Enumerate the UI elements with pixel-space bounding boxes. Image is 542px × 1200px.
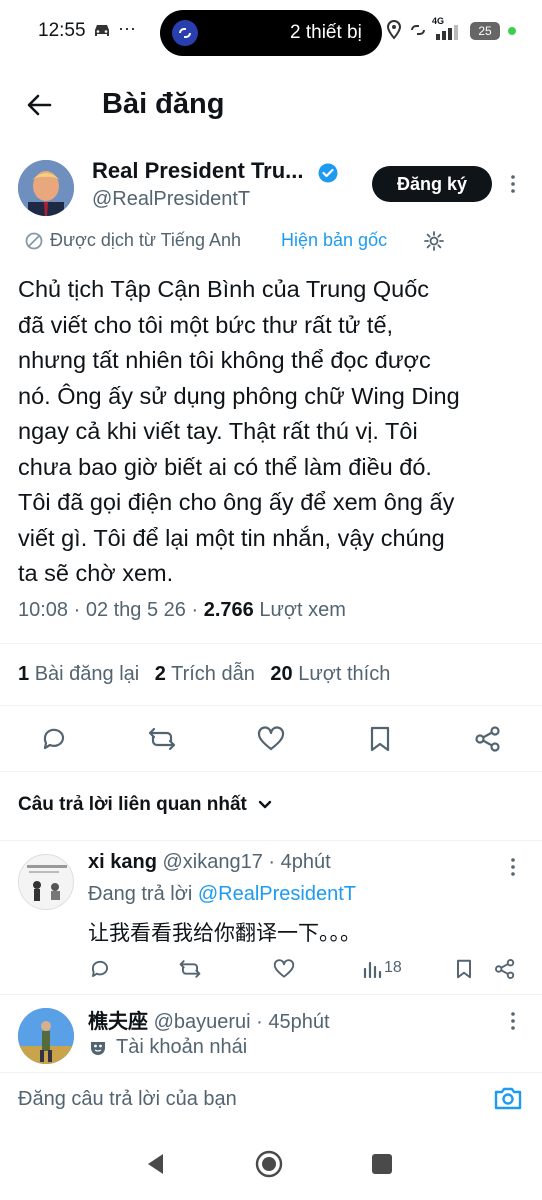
more-options-icon[interactable] (508, 857, 518, 882)
signal-icon (432, 24, 462, 45)
devices-label: 2 thiết bị (290, 22, 362, 43)
reply-author-handle[interactable]: @xikang17 (162, 851, 262, 873)
likes-stat[interactable]: 20 Lượt thích (270, 663, 390, 685)
quotes-stat[interactable]: 2 Trích dẫn (155, 663, 255, 685)
post-meta: 10:08 · 02 thg 5 26 · 2.766 Lượt xem (18, 599, 346, 622)
reply-avatar[interactable] (18, 854, 74, 910)
location-icon (386, 19, 402, 45)
nav-home-icon[interactable] (255, 1150, 283, 1183)
quotes-count: 2 (154, 663, 166, 685)
post-text-line: nhưng tất nhiên tôi không thể đọc được (18, 347, 431, 373)
repost-icon[interactable] (178, 958, 202, 985)
post-stats: 1 Bài đăng lại 2 Trích dẫn 20 Lượt thích (18, 663, 390, 686)
status-dots: ··· (118, 18, 136, 38)
more-options-icon[interactable] (508, 1011, 518, 1036)
translated-label: Được dịch từ Tiếng Anh (50, 230, 241, 250)
reply-author-handle[interactable]: @bayuerui (154, 1011, 251, 1033)
gear-icon[interactable] (423, 230, 445, 257)
reply-icon[interactable] (40, 725, 68, 758)
share-icon[interactable] (474, 725, 502, 758)
reply-time: · 4phút (268, 851, 331, 873)
status-time: 12:55 (38, 20, 86, 41)
device-pill[interactable]: 2 thiết bị (160, 10, 382, 56)
status-bar: 12:55 ··· 2 thiết bị 4G 25 (0, 0, 542, 66)
reply-header: 樵夫座 @bayuerui · 45phút (88, 1005, 330, 1034)
author-handle[interactable]: @RealPresidentT (92, 188, 250, 211)
likes-label: Lượt thích (298, 663, 391, 685)
camera-icon[interactable] (494, 1085, 522, 1116)
post-text-line: đã viết cho tôi một bức thư rất tử tế, (18, 311, 394, 338)
views-label: Lượt xem (259, 599, 346, 621)
divider (0, 643, 542, 644)
likes-count: 20 (270, 663, 293, 685)
divider (0, 994, 542, 995)
author-name[interactable]: Real President Tru... (92, 158, 304, 184)
reply-icon[interactable] (89, 958, 111, 985)
replies-sort-dropdown[interactable]: Câu trả lời liên quan nhất (18, 794, 272, 816)
post-text-line: Chủ tịch Tập Cận Bình của Trung Quốc (18, 276, 430, 302)
replying-to: Đang trả lời @RealPresidentT (88, 883, 356, 906)
parody-mask-icon (88, 1038, 108, 1063)
nav-recents-icon[interactable] (372, 1154, 392, 1174)
reply-composer[interactable]: Đăng câu trả lời của bạn (0, 1072, 542, 1128)
reply-views-count: 18 (384, 959, 402, 976)
replying-prefix: Đang trả lời (88, 883, 193, 905)
like-heart-icon[interactable] (257, 726, 285, 757)
repost-icon[interactable] (147, 725, 177, 758)
parody-account-label: Tài khoản nhái (116, 1036, 248, 1058)
post-text-line: ngay cả khi viết tay. Thật rất thú vị. T… (18, 418, 418, 444)
nav-back-icon[interactable] (145, 1152, 165, 1181)
like-heart-icon[interactable] (273, 959, 295, 984)
reply-text: 让我看看我给你翻译一下。。。 (88, 921, 361, 945)
chevron-down-icon (258, 794, 272, 816)
back-arrow-icon[interactable] (26, 92, 52, 118)
post-text: Chủ tịch Tập Cận Bình của Trung Quốc đã … (18, 272, 533, 592)
quotes-label: Trích dẫn (171, 663, 255, 685)
post-text-line: viết gì. Tôi để lại một tin nhắn, vậy ch… (18, 524, 445, 551)
reposts-count: 1 (18, 663, 30, 685)
reply-author-name[interactable]: 樵夫座 (88, 1009, 148, 1033)
replies-sort-label: Câu trả lời liên quan nhất (18, 794, 247, 816)
bookmark-icon[interactable] (368, 725, 392, 758)
divider (0, 705, 542, 706)
privacy-dot (508, 27, 516, 35)
link-icon (172, 20, 198, 46)
replying-to-handle[interactable]: @RealPresidentT (198, 883, 356, 905)
post-timestamp[interactable]: 10:08 · 02 thg 5 26 · (18, 599, 198, 621)
share-icon[interactable] (494, 958, 516, 985)
reply-header: xi kang @xikang17 · 4phút (88, 851, 331, 874)
reply-input[interactable]: Đăng câu trả lời của bạn (18, 1088, 237, 1111)
post-text-line: ta sẽ chờ xem. (18, 560, 174, 586)
show-original-link[interactable]: Hiện bản gốc (281, 230, 387, 251)
battery-icon: 25 (470, 22, 500, 40)
reposts-label: Bài đăng lại (34, 663, 140, 685)
subscribe-button[interactable]: Đăng ký (372, 166, 492, 202)
more-options-icon[interactable] (508, 174, 518, 199)
reposts-stat[interactable]: 1 Bài đăng lại (18, 663, 139, 685)
translate-icon (24, 231, 44, 256)
post-text-line: nó. Ông ấy sử dụng phông chữ Wing Ding (18, 382, 460, 409)
system-nav-bar (0, 1130, 542, 1200)
views-count: 2.766 (203, 599, 254, 621)
reply-author-name[interactable]: xi kang (88, 851, 157, 873)
post-text-line: Tôi đã gọi điện cho ông ấy để xem ông ấy (18, 489, 455, 515)
divider (0, 771, 542, 772)
verified-badge-icon (318, 163, 338, 188)
reply-time: · 45phút (256, 1011, 330, 1033)
post-text-line: chưa bao giờ biết ai có thể làm điều đó. (18, 453, 432, 480)
divider (0, 840, 542, 841)
hotspot-icon (408, 22, 428, 43)
page-title: Bài đăng (102, 88, 225, 120)
avatar[interactable] (18, 160, 74, 216)
car-icon (92, 24, 112, 43)
reply-avatar[interactable] (18, 1008, 74, 1064)
views-bar-icon[interactable] (362, 959, 382, 984)
bookmark-icon[interactable] (455, 958, 473, 985)
